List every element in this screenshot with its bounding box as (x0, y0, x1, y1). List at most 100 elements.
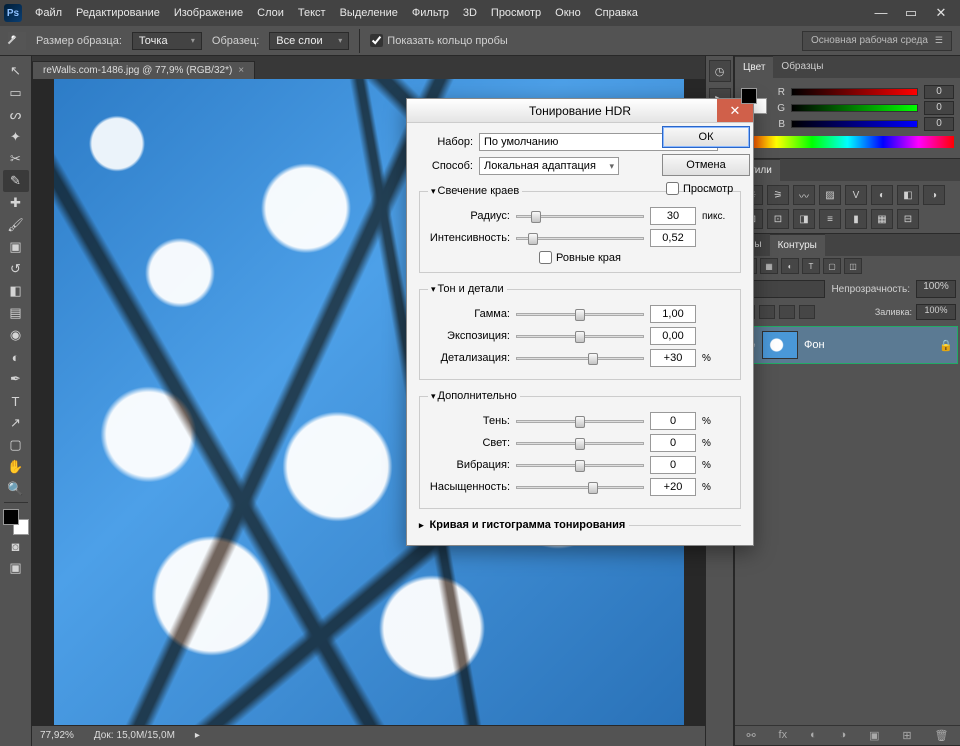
smooth-edges-checkbox[interactable]: Ровные края (428, 251, 732, 264)
screenmode-toggle[interactable]: ▣ (3, 557, 29, 579)
pen-tool[interactable]: ✒ (3, 368, 29, 390)
preview-checkbox[interactable]: Просмотр (666, 182, 733, 195)
radius-slider[interactable] (516, 215, 644, 218)
exposure-slider[interactable] (516, 335, 644, 338)
workspace-switcher[interactable]: Основная рабочая среда (802, 31, 952, 51)
bw-icon[interactable]: ◧ (897, 185, 919, 205)
curves-icon[interactable]: 〰 (793, 185, 815, 205)
radius-value[interactable]: 30 (650, 207, 696, 225)
exposure-icon[interactable]: ▨ (819, 185, 841, 205)
menu-3d[interactable]: 3D (456, 0, 484, 26)
exposure-value[interactable]: 0,00 (650, 327, 696, 345)
r-value[interactable]: 0 (924, 85, 954, 99)
eyedropper-tool-icon[interactable] (8, 32, 26, 50)
blur-tool[interactable]: ◉ (3, 324, 29, 346)
photo-filter-icon[interactable]: ◑ (923, 185, 945, 205)
fill-value[interactable]: 100% (916, 304, 956, 320)
gradient-tool[interactable]: ▤ (3, 302, 29, 324)
layer-filter-text[interactable]: T (802, 258, 820, 274)
zoom-level[interactable]: 77,92% (40, 730, 74, 741)
levels-icon[interactable]: ⚞ (767, 185, 789, 205)
delete-layer-icon[interactable]: 🗑 (935, 729, 949, 742)
tab-paths[interactable]: Контуры (770, 234, 825, 256)
gamma-slider[interactable] (516, 313, 644, 316)
shadow-slider[interactable] (516, 420, 644, 423)
detail-slider[interactable] (516, 357, 644, 360)
tone-collapse-icon[interactable]: ▾ (431, 284, 436, 294)
layer-fx-icon[interactable]: fx (779, 729, 788, 742)
layer-filter-adj[interactable]: ◐ (781, 258, 799, 274)
tab-close-icon[interactable]: × (238, 65, 244, 76)
highlight-slider[interactable] (516, 442, 644, 445)
invert-icon[interactable]: ◨ (793, 209, 815, 229)
show-ring-checkbox[interactable]: Показать кольцо пробы (370, 34, 508, 47)
menu-help[interactable]: Справка (588, 0, 645, 26)
g-value[interactable]: 0 (924, 101, 954, 115)
lasso-tool[interactable]: ᔕ (3, 104, 29, 126)
lock-position-icon[interactable] (779, 305, 795, 319)
cancel-button[interactable]: Отмена (662, 154, 750, 176)
history-brush-tool[interactable]: ↺ (3, 258, 29, 280)
sample-size-dropdown[interactable]: Точка (132, 32, 202, 50)
crop-tool[interactable]: ✂ (3, 148, 29, 170)
shadow-value[interactable]: 0 (650, 412, 696, 430)
gamma-value[interactable]: 1,00 (650, 305, 696, 323)
maximize-icon[interactable]: ▭ (900, 6, 922, 20)
layer-item-background[interactable]: 👁 Фон 🔒 (737, 326, 958, 364)
saturation-value[interactable]: +20 (650, 478, 696, 496)
eyedropper-tool[interactable]: ✎ (3, 170, 29, 192)
b-slider[interactable] (791, 120, 918, 128)
menu-image[interactable]: Изображение (167, 0, 250, 26)
lookup-icon[interactable]: ⊡ (767, 209, 789, 229)
r-slider[interactable] (791, 88, 918, 96)
marquee-tool[interactable]: ▭ (3, 82, 29, 104)
g-slider[interactable] (791, 104, 918, 112)
vibrance-icon[interactable]: V (845, 185, 867, 205)
new-adjustment-icon[interactable]: ◑ (840, 729, 847, 742)
dialog-title-bar[interactable]: Тонирование HDR ✕ (407, 99, 753, 123)
path-select-tool[interactable]: ↗ (3, 412, 29, 434)
move-tool[interactable]: ↖ (3, 60, 29, 82)
lock-pixels-icon[interactable] (759, 305, 775, 319)
menu-select[interactable]: Выделение (333, 0, 405, 26)
vibrance-slider[interactable] (516, 464, 644, 467)
vibrance-value[interactable]: 0 (650, 456, 696, 474)
document-tab[interactable]: reWalls.com-1486.jpg @ 77,9% (RGB/32*) × (32, 61, 255, 79)
hand-tool[interactable]: ✋ (3, 456, 29, 478)
wand-tool[interactable]: ✦ (3, 126, 29, 148)
text-tool[interactable]: T (3, 390, 29, 412)
menu-layers[interactable]: Слои (250, 0, 291, 26)
opacity-value[interactable]: 100% (916, 280, 956, 298)
sample-layers-dropdown[interactable]: Все слои (269, 32, 349, 50)
zoom-tool[interactable]: 🔍 (3, 478, 29, 500)
posterize-icon[interactable]: ≡ (819, 209, 841, 229)
new-layer-icon[interactable]: ⊞ (902, 729, 911, 742)
menu-window[interactable]: Окно (548, 0, 588, 26)
highlight-value[interactable]: 0 (650, 434, 696, 452)
hue-icon[interactable]: ◐ (871, 185, 893, 205)
strength-slider[interactable] (516, 237, 644, 240)
menu-file[interactable]: Файл (28, 0, 69, 26)
method-select[interactable]: Локальная адаптация (479, 157, 619, 175)
adv-collapse-icon[interactable]: ▾ (431, 391, 436, 401)
gradmap-icon[interactable]: ▦ (871, 209, 893, 229)
brush-tool[interactable]: 🖌 (3, 214, 29, 236)
layer-filter-shape[interactable]: ▢ (823, 258, 841, 274)
dodge-tool[interactable]: ◐ (3, 346, 29, 368)
b-value[interactable]: 0 (924, 117, 954, 131)
stamp-tool[interactable]: ▣ (3, 236, 29, 258)
close-icon[interactable]: ✕ (930, 6, 952, 20)
menu-text[interactable]: Текст (291, 0, 333, 26)
detail-value[interactable]: +30 (650, 349, 696, 367)
color-swatches[interactable] (3, 509, 29, 535)
saturation-slider[interactable] (516, 486, 644, 489)
strength-value[interactable]: 0,52 (650, 229, 696, 247)
layer-mask-icon[interactable]: ◐ (810, 729, 817, 742)
selcolor-icon[interactable]: ⊟ (897, 209, 919, 229)
ok-button[interactable]: ОК (662, 126, 750, 148)
heal-tool[interactable]: ✚ (3, 192, 29, 214)
quickmask-toggle[interactable]: ◙ (3, 535, 29, 557)
menu-edit[interactable]: Редактирование (69, 0, 167, 26)
hue-strip[interactable] (741, 136, 954, 148)
menu-view[interactable]: Просмотр (484, 0, 548, 26)
